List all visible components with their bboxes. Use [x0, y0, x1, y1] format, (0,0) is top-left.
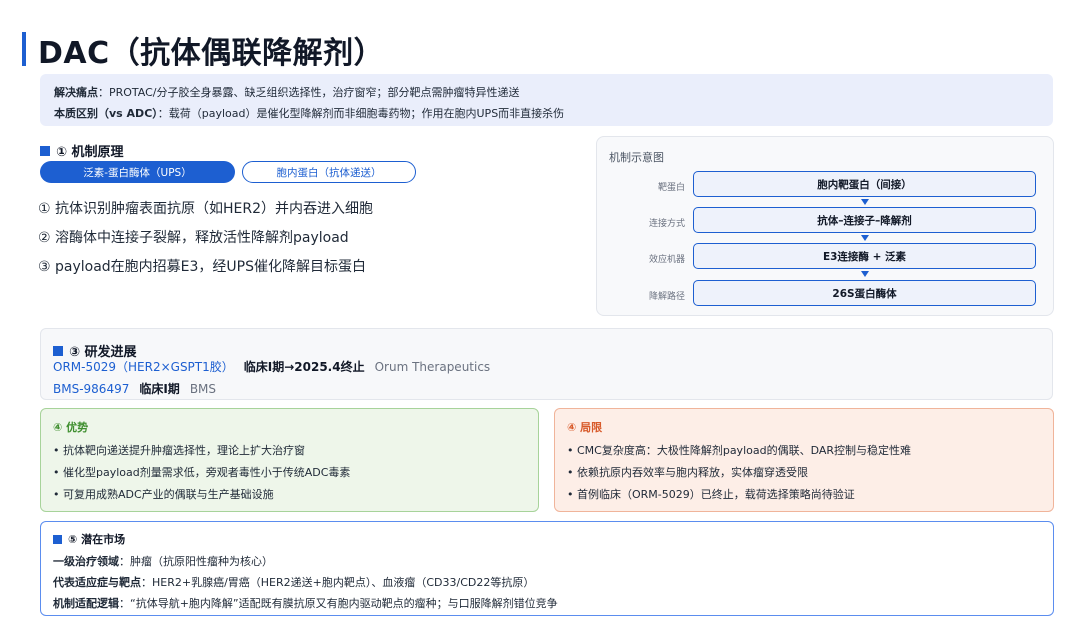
pain-row-1: 解决痛点：PROTAC/分子胶全身暴露、缺乏组织选择性，治疗窗窄；部分靶点需肿瘤… — [54, 84, 520, 100]
title-accent-bar — [22, 32, 26, 66]
advantages-panel: ④ 优势 • 抗体靶向递送提升肿瘤选择性，理论上扩大治疗窗 • 催化型paylo… — [40, 408, 539, 512]
progress-panel: ③ 研发进展 ORM-5029（HER2×GSPT1胶） 临床I期→2025.4… — [40, 328, 1053, 400]
market-row-text: ：“抗体导航+胞内降解”适配既有膜抗原又有胞内驱动靶点的瘤种；与口服降解剂错位竞… — [119, 597, 558, 610]
pipeline-org: BMS — [189, 381, 217, 396]
market-row-text: ：肿瘤（抗原阳性瘤种为核心） — [119, 555, 273, 568]
tab-intracellular-protein[interactable]: 胞内蛋白（抗体递送） — [242, 161, 416, 183]
pipeline-status: 临床I期 — [139, 382, 180, 396]
pain-point-panel: 解决痛点：PROTAC/分子胶全身暴露、缺乏组织选择性，治疗窗窄；部分靶点需肿瘤… — [40, 74, 1053, 126]
pipeline-status: 临床I期→2025.4终止 — [243, 360, 365, 374]
tab-ups[interactable]: 泛素-蛋白酶体（UPS） — [40, 161, 235, 183]
advantages-heading: ④ 优势 — [53, 421, 89, 434]
market-row-text: ：HER2+乳腺癌/胃癌（HER2递送+胞内靶点）、血液瘤（CD33/CD22等… — [141, 576, 535, 589]
advantage-item: • 催化型payload剂量需求低，旁观者毒性小于传统ADC毒素 — [53, 466, 351, 479]
mechanism-heading-text: ① 机制原理 — [56, 145, 124, 160]
square-bullet-icon — [53, 534, 62, 544]
pipeline-item: ORM-5029（HER2×GSPT1胶） 临床I期→2025.4终止 Orum… — [53, 358, 490, 375]
down-arrow-icon — [861, 235, 869, 241]
limitations-panel: ④ 局限 • CMC复杂度高：大极性降解剂payload的偶联、DAR控制与稳定… — [554, 408, 1054, 512]
diagram-row-label: 靶蛋白 — [657, 183, 685, 193]
mechanism-diagram: 机制示意图 靶蛋白 胞内靶蛋白（间接） 连接方式 抗体–连接子–降解剂 效应机器… — [596, 136, 1054, 316]
diagram-row-label: 降解路径 — [648, 292, 685, 302]
diagram-box: 胞内靶蛋白（间接） — [693, 171, 1036, 197]
advantage-item: • 抗体靶向递送提升肿瘤选择性，理论上扩大治疗窗 — [53, 444, 305, 457]
market-row: 机制适配逻辑：“抗体导航+胞内降解”适配既有膜抗原又有胞内驱动靶点的瘤种；与口服… — [53, 595, 558, 611]
limitations-heading: ④ 局限 — [567, 421, 603, 434]
pain-label-2: 本质区别（vs ADC） — [54, 107, 158, 120]
diagram-row-label: 连接方式 — [648, 219, 685, 229]
down-arrow-icon — [861, 271, 869, 277]
limitation-item: • CMC复杂度高：大极性降解剂payload的偶联、DAR控制与稳定性难 — [567, 444, 912, 457]
pain-row-2: 本质区别（vs ADC）：载荷（payload）是催化型降解剂而非细胞毒药物；作… — [54, 105, 564, 121]
market-heading-text: ⑤ 潜在市场 — [68, 533, 126, 546]
page-title: DAC（抗体偶联降解剂） — [38, 36, 385, 71]
market-row-label: 一级治疗领域 — [53, 555, 119, 568]
market-heading: ⑤ 潜在市场 — [53, 531, 125, 547]
diagram-row-label: 效应机器 — [648, 255, 685, 265]
advantage-item: • 可复用成熟ADC产业的偶联与生产基础设施 — [53, 488, 274, 501]
pipeline-name: ORM-5029（HER2×GSPT1胶） — [53, 360, 234, 374]
mechanism-heading: ① 机制原理 — [40, 141, 124, 160]
mechanism-step: ② 溶酶体中连接子裂解，释放活性降解剂payload — [38, 230, 349, 246]
limitation-item: • 首例临床（ORM-5029）已终止，载荷选择策略尚待验证 — [567, 488, 855, 501]
down-arrow-icon — [861, 199, 869, 205]
market-panel: ⑤ 潜在市场 一级治疗领域：肿瘤（抗原阳性瘤种为核心） 代表适应症与靶点：HER… — [40, 521, 1054, 616]
diagram-box: 抗体–连接子–降解剂 — [693, 207, 1036, 233]
mechanism-step: ① 抗体识别肿瘤表面抗原（如HER2）并内吞进入细胞 — [38, 201, 374, 217]
pipeline-org: Orum Therapeutics — [374, 359, 491, 374]
pipeline-item: BMS-986497 临床I期 BMS — [53, 380, 216, 397]
pain-text-1: ：PROTAC/分子胶全身暴露、缺乏组织选择性，治疗窗窄；部分靶点需肿瘤特异性递… — [98, 86, 520, 99]
diagram-box: E3连接酶 + 泛素 — [693, 243, 1036, 269]
market-row-label: 机制适配逻辑 — [53, 597, 119, 610]
pain-text-2: ：载荷（payload）是催化型降解剂而非细胞毒药物；作用在胞内UPS而非直接杀… — [157, 107, 565, 120]
market-row: 一级治疗领域：肿瘤（抗原阳性瘤种为核心） — [53, 553, 273, 569]
pain-label-1: 解决痛点 — [54, 86, 98, 99]
square-bullet-icon — [53, 345, 63, 356]
limitation-item: • 依赖抗原内吞效率与胞内释放，实体瘤穿透受限 — [567, 466, 808, 479]
diagram-box: 26S蛋白酶体 — [693, 280, 1036, 306]
square-bullet-icon — [40, 145, 50, 156]
mechanism-step: ③ payload在胞内招募E3，经UPS催化降解目标蛋白 — [38, 259, 367, 275]
market-row-label: 代表适应症与靶点 — [53, 576, 141, 589]
market-row: 代表适应症与靶点：HER2+乳腺癌/胃癌（HER2递送+胞内靶点）、血液瘤（CD… — [53, 574, 534, 590]
diagram-title: 机制示意图 — [609, 151, 664, 164]
pipeline-name: BMS-986497 — [53, 381, 130, 396]
